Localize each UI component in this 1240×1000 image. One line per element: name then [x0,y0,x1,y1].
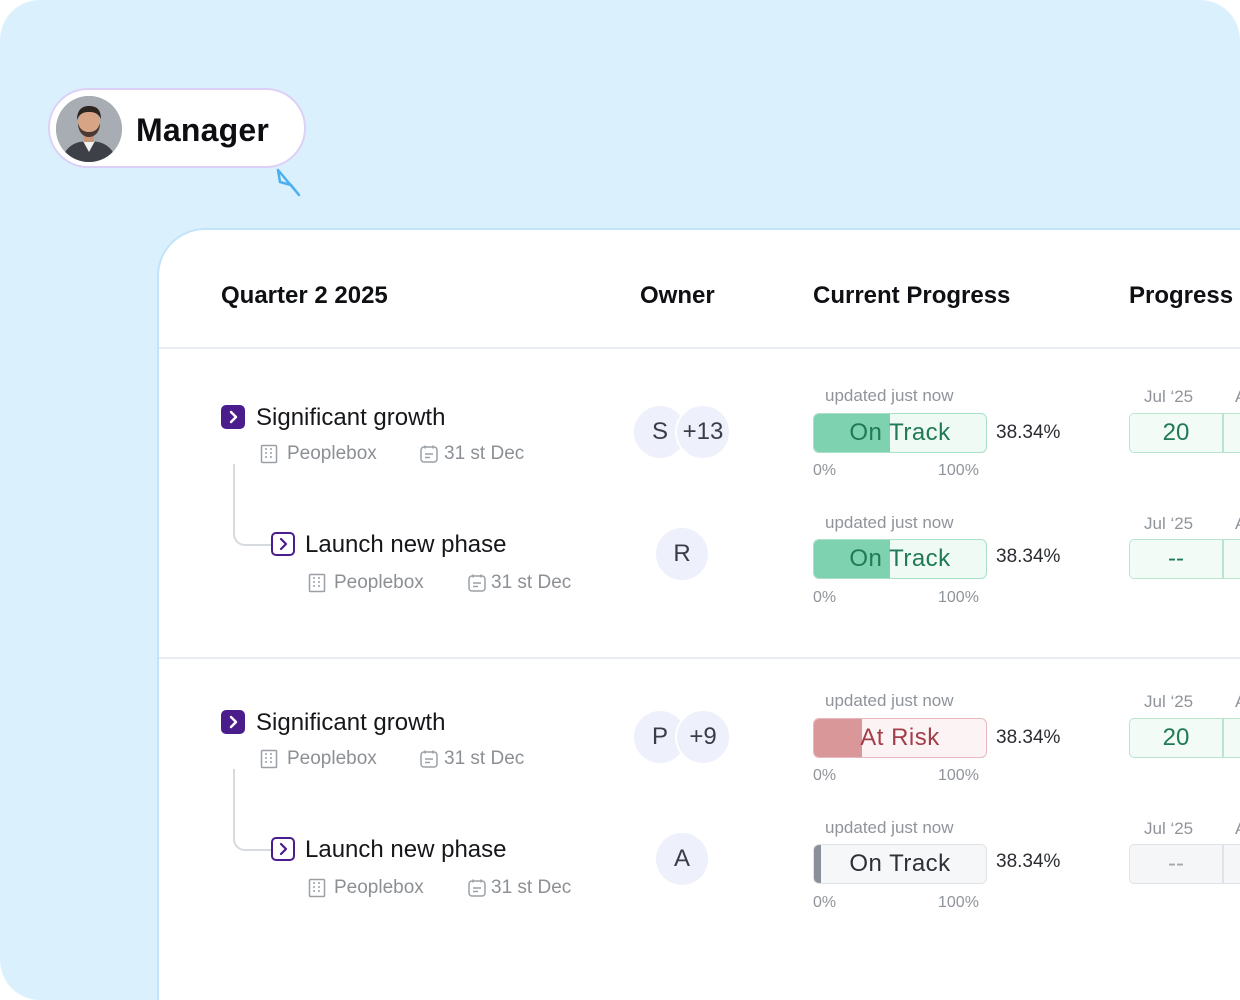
manager-badge: Manager [48,88,306,168]
status-progress-bar[interactable]: On Track [813,844,987,884]
quarter-header: Quarter 2 2025 [221,282,388,309]
updated-label: updated just now [825,386,954,405]
progress-cell-next[interactable] [1223,844,1240,884]
month-label: Jul ‘25 [1144,387,1194,406]
status-progress-bar[interactable]: On Track [813,413,987,453]
tree-connector [233,464,271,546]
workspace-label: Peoplebox [287,748,377,769]
scale-min: 0% [813,589,837,606]
status-label: At Risk [860,724,940,751]
scale-min: 0% [813,462,837,479]
next-month-label: A [1235,819,1240,839]
progress-cell-next[interactable] [1223,718,1240,758]
progress-percent: 38.34% [996,727,1061,748]
calendar-icon [468,879,486,897]
due-date: 31 st Dec [444,443,525,464]
page-background: Manager Quarter 2 2025 Owner Current Pro… [0,0,1240,1000]
chevron-right-icon[interactable] [221,405,245,429]
due-date: 31 st Dec [491,877,572,898]
scale-max: 100% [938,894,979,911]
workspace-label: Peoplebox [287,443,377,464]
workspace-label: Peoplebox [334,877,424,898]
progress-percent: 38.34% [996,851,1061,872]
objective-title[interactable]: Significant growth [256,709,445,737]
scale-max: 100% [938,767,979,784]
progress-cell[interactable]: 20 [1129,413,1223,453]
status-label: On Track [849,545,951,572]
building-icon [260,749,278,769]
status-label: On Track [849,850,951,877]
group-divider [159,657,1240,659]
key-result-title[interactable]: Launch new phase [305,531,507,559]
okr-table: Quarter 2 2025 Owner Current Progress Pr… [157,228,1240,1000]
progress-cell-next[interactable] [1223,413,1240,453]
next-month-label: A [1235,692,1240,712]
due-date: 31 st Dec [444,748,525,769]
objective-title[interactable]: Significant growth [256,404,445,432]
status-label: On Track [849,419,951,446]
owner-avatar[interactable]: R [656,528,708,580]
updated-label: updated just now [825,691,954,710]
owner-header: Owner [640,282,715,309]
building-icon [308,878,326,898]
updated-label: updated just now [825,818,954,837]
manager-avatar [56,96,122,162]
next-month-label: A [1235,514,1240,534]
status-progress-bar[interactable]: At Risk [813,718,987,758]
month-label: Jul ‘25 [1144,692,1194,711]
scale-max: 100% [938,589,979,606]
chevron-right-icon[interactable] [221,710,245,734]
progress-cell-next[interactable] [1223,539,1240,579]
calendar-icon [420,750,438,768]
chevron-right-icon[interactable] [271,532,295,556]
building-icon [260,444,278,464]
cursor-arrow-icon [276,168,301,197]
building-icon [308,573,326,593]
scale-min: 0% [813,767,837,784]
current-progress-header: Current Progress [813,282,1011,309]
scale-max: 100% [938,462,979,479]
month-label: Jul ‘25 [1144,514,1194,533]
key-result-title[interactable]: Launch new phase [305,836,507,864]
calendar-icon [420,445,438,463]
updated-label: updated just now [825,513,954,532]
chevron-right-icon[interactable] [271,837,295,861]
progress-header: Progress [1129,282,1234,309]
status-progress-bar[interactable]: On Track [813,539,987,579]
progress-percent: 38.34% [996,546,1061,567]
header-divider [159,347,1240,349]
manager-label: Manager [136,112,269,148]
progress-cell[interactable]: -- [1129,844,1223,884]
workspace-label: Peoplebox [334,572,424,593]
progress-cell[interactable]: -- [1129,539,1223,579]
owner-more-count[interactable]: +13 [675,404,731,460]
next-month-label: A [1235,387,1240,407]
scale-min: 0% [813,894,837,911]
owner-more-count[interactable]: +9 [675,709,731,765]
owner-avatar[interactable]: A [656,833,708,885]
tree-connector [233,769,271,851]
month-label: Jul ‘25 [1144,819,1194,838]
calendar-icon [468,574,486,592]
due-date: 31 st Dec [491,572,572,593]
progress-percent: 38.34% [996,422,1061,443]
progress-cell[interactable]: 20 [1129,718,1223,758]
